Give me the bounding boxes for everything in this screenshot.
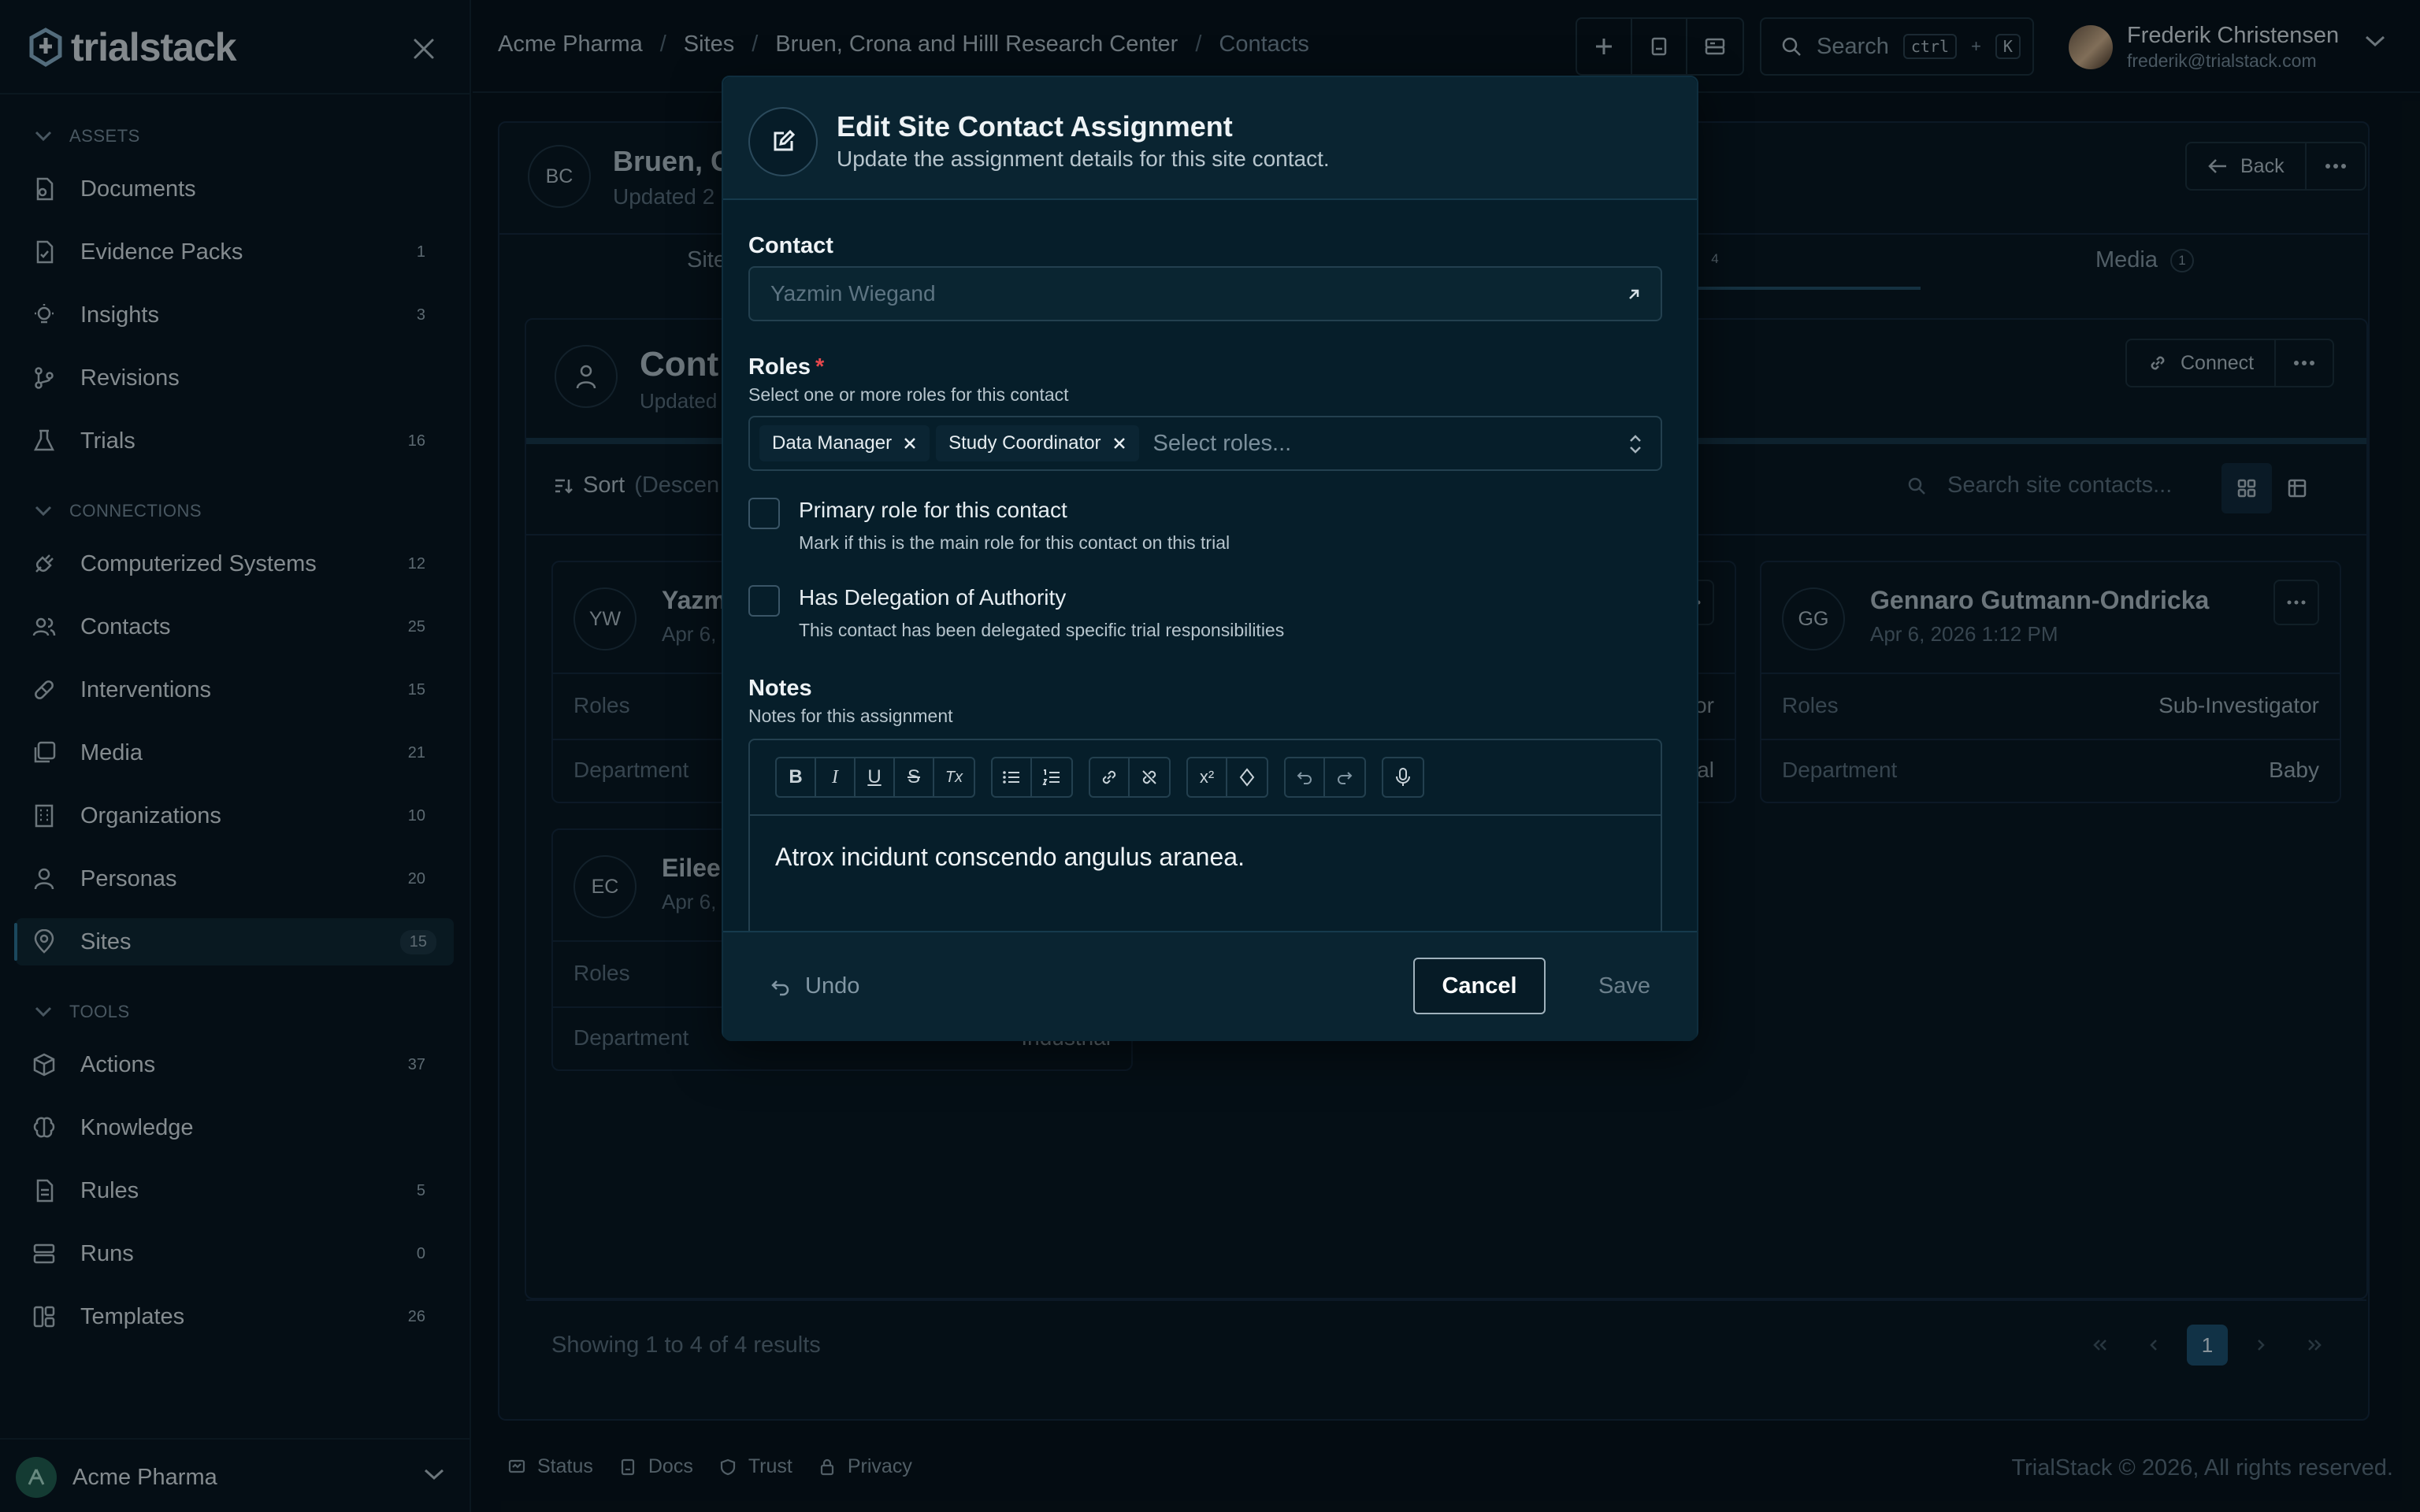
history-group	[1284, 757, 1366, 798]
italic-button[interactable]: I	[816, 758, 856, 796]
voice-group	[1382, 757, 1424, 798]
cancel-button[interactable]: Cancel	[1413, 958, 1546, 1014]
undo-icon	[771, 980, 789, 995]
undo-edit-button[interactable]	[1286, 758, 1325, 796]
role-chip: Data Manager	[759, 425, 930, 461]
bold-button[interactable]: B	[777, 758, 816, 796]
superscript-button[interactable]: x²	[1188, 758, 1227, 796]
contact-label: Contact	[748, 233, 833, 258]
link-icon	[1102, 770, 1116, 784]
remove-role-icon[interactable]	[903, 436, 917, 450]
bullet-list-icon	[1003, 771, 1019, 784]
dialog-subtitle: Update the assignment details for this s…	[837, 146, 1330, 171]
undo-button[interactable]: Undo	[770, 973, 859, 999]
unlink-icon	[1142, 770, 1156, 784]
microphone-icon	[1396, 768, 1410, 786]
dialog-footer: Undo Cancel Save	[723, 931, 1697, 1041]
diamond-icon	[1239, 768, 1255, 787]
undo-icon	[1297, 772, 1312, 784]
delegation-checkbox[interactable]	[748, 585, 780, 617]
edit-icon	[748, 107, 818, 176]
highlight-button[interactable]	[1227, 758, 1267, 796]
bullet-list-button[interactable]	[993, 758, 1032, 796]
primary-role-label: Primary role for this contact	[799, 498, 1067, 522]
clear-format-button[interactable]: Tx	[934, 758, 974, 796]
delegation-help: This contact has been delegated specific…	[799, 620, 1285, 640]
roles-label: Roles *	[748, 354, 824, 380]
delegation-row: Has Delegation of Authority This contact…	[748, 585, 1379, 648]
required-indicator: *	[815, 354, 825, 380]
dialog-header: Edit Site Contact Assignment Update the …	[723, 77, 1697, 200]
role-chip-label: Study Coordinator	[948, 432, 1101, 454]
primary-role-help: Mark if this is the main role for this c…	[799, 532, 1230, 553]
numbered-list-icon	[1042, 769, 1060, 785]
roles-help: Select one or more roles for this contac…	[748, 384, 1069, 405]
unlink-button[interactable]	[1130, 758, 1169, 796]
contact-value: Yazmin Wiegand	[770, 281, 936, 306]
edit-assignment-dialog: Edit Site Contact Assignment Update the …	[722, 76, 1698, 1041]
delegation-label: Has Delegation of Authority	[799, 585, 1067, 610]
notes-help: Notes for this assignment	[748, 706, 953, 726]
external-link-icon	[1629, 289, 1639, 299]
link-group	[1089, 757, 1171, 798]
notes-text[interactable]: Atrox incidunt conscendo angulus aranea.	[775, 843, 1245, 872]
undo-label: Undo	[805, 973, 860, 999]
roles-label-text: Roles	[748, 354, 811, 380]
format-group: B I U S Tx	[775, 757, 975, 798]
primary-role-checkbox[interactable]	[748, 498, 780, 529]
dialog-title: Edit Site Contact Assignment	[837, 110, 1233, 143]
chevrons-up-down-icon	[1630, 435, 1641, 454]
dictate-button[interactable]	[1383, 758, 1423, 796]
redo-icon	[1338, 772, 1353, 784]
editor-toolbar: B I U S Tx x²	[750, 740, 1661, 816]
roles-multiselect[interactable]: Data Manager Study Coordinator Select ro…	[748, 416, 1662, 471]
notes-label: Notes	[748, 676, 812, 701]
misc-group: x²	[1186, 757, 1268, 798]
underline-button[interactable]: U	[856, 758, 895, 796]
redo-edit-button[interactable]	[1325, 758, 1364, 796]
role-chip-label: Data Manager	[772, 432, 893, 454]
list-group	[991, 757, 1073, 798]
contact-field[interactable]: Yazmin Wiegand	[748, 266, 1662, 321]
primary-role-row: Primary role for this contact Mark if th…	[748, 498, 1379, 561]
save-button[interactable]: Save	[1571, 958, 1678, 1014]
remove-role-icon[interactable]	[1112, 436, 1126, 450]
numbered-list-button[interactable]	[1032, 758, 1071, 796]
roles-placeholder: Select roles...	[1152, 430, 1292, 456]
role-chip: Study Coordinator	[936, 425, 1139, 461]
strikethrough-button[interactable]: S	[895, 758, 934, 796]
link-button[interactable]	[1090, 758, 1130, 796]
